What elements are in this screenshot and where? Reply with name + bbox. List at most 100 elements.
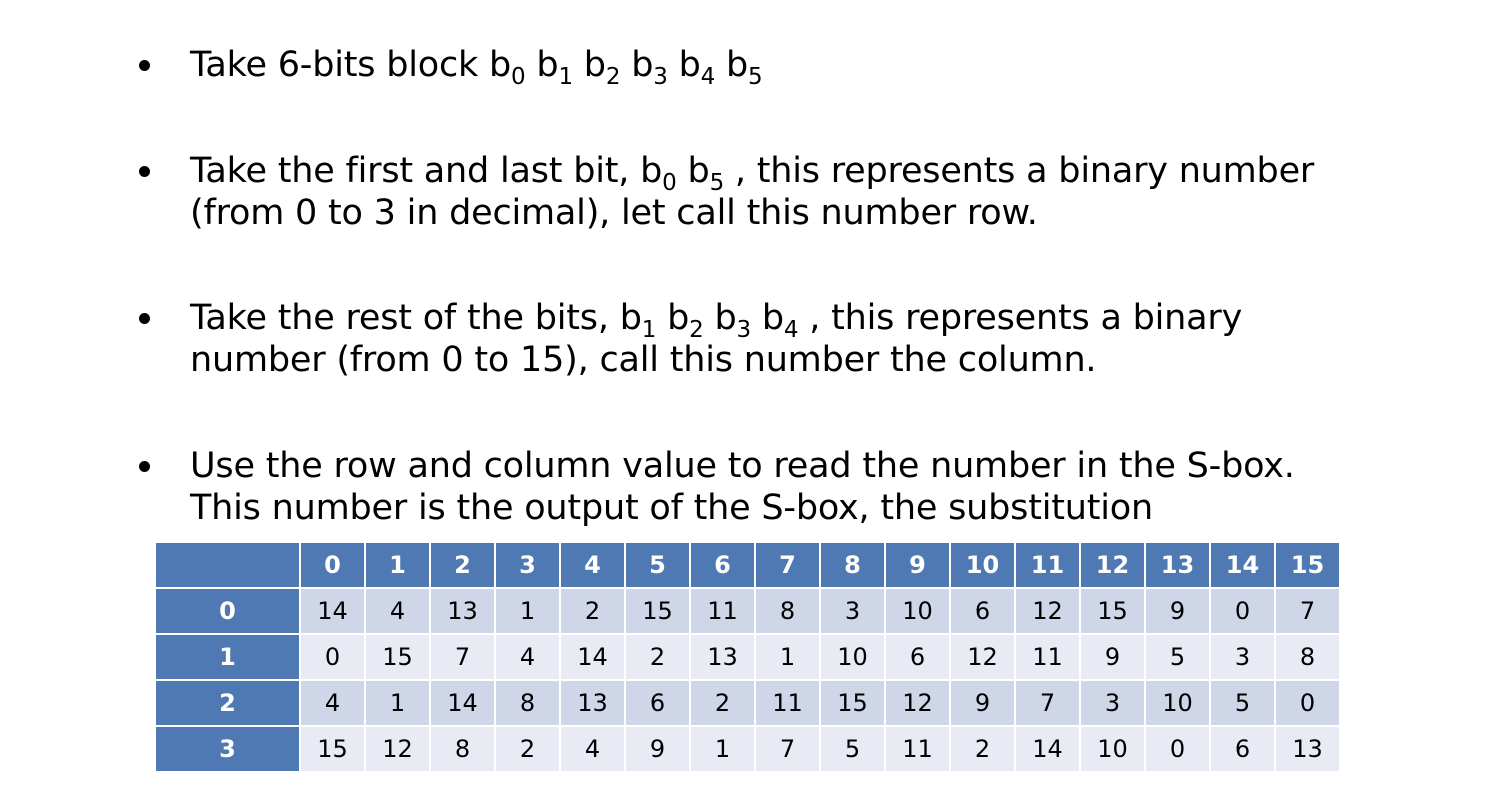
bullet-text: Take 6-bits block b0 b1 b2 b3 b4 b5 xyxy=(190,44,1410,89)
s-box-corner-cell xyxy=(154,541,301,589)
text-run: Take 6-bits block b xyxy=(190,45,512,85)
bullet-line: Take the rest of the bits, b1 b2 b3 b4 ,… xyxy=(190,297,1410,342)
text-run: This number is the output of the S-box, … xyxy=(190,488,1154,528)
s-box-row: 0 14 4 13 1 2 15 11 8 3 10 6 12 15 9 0 7 xyxy=(154,587,1341,635)
s-box-cell: 15 xyxy=(364,633,431,681)
s-box-cell: 8 xyxy=(429,725,496,773)
subscript-index: 1 xyxy=(558,64,573,91)
s-box-cell: 9 xyxy=(624,725,691,773)
s-box-cell: 11 xyxy=(1014,633,1081,681)
s-box-cell: 2 xyxy=(494,725,561,773)
subscript-index: 0 xyxy=(511,64,526,91)
s-box-table: 0 1 2 3 4 5 6 7 8 9 10 11 12 13 14 15 0 … xyxy=(154,541,1341,773)
column-header: 7 xyxy=(754,541,821,589)
s-box-cell: 2 xyxy=(949,725,1016,773)
s-box-cell: 14 xyxy=(559,633,626,681)
s-box-cell: 1 xyxy=(689,725,756,773)
column-header: 0 xyxy=(299,541,366,589)
text-run: b xyxy=(750,298,784,338)
s-box-cell: 15 xyxy=(624,587,691,635)
text-run: number (from 0 to 15), call this number … xyxy=(190,340,1097,380)
subscript-index: 2 xyxy=(605,64,621,91)
text-run: b xyxy=(620,45,654,85)
s-box-cell: 0 xyxy=(1274,679,1341,727)
s-box-cell: 4 xyxy=(364,587,431,635)
s-box-cell: 3 xyxy=(1079,679,1146,727)
row-header: 0 xyxy=(154,587,301,635)
s-box-cell: 10 xyxy=(884,587,951,635)
s-box-cell: 9 xyxy=(1079,633,1146,681)
s-box-cell: 7 xyxy=(754,725,821,773)
s-box-cell: 5 xyxy=(819,725,886,773)
column-header: 12 xyxy=(1079,541,1146,589)
text-run: b xyxy=(715,45,748,85)
column-header: 4 xyxy=(559,541,626,589)
s-box-cell: 4 xyxy=(559,725,626,773)
bullet-line: This number is the output of the S-box, … xyxy=(190,487,1410,529)
bullet-text: Take the rest of the bits, b1 b2 b3 b4 ,… xyxy=(190,297,1410,381)
s-box-cell: 11 xyxy=(884,725,951,773)
s-box-cell: 13 xyxy=(429,587,496,635)
s-box-cell: 11 xyxy=(689,587,756,635)
column-header: 3 xyxy=(494,541,561,589)
s-box-cell: 1 xyxy=(364,679,431,727)
s-box-cell: 8 xyxy=(494,679,561,727)
s-box-cell: 12 xyxy=(1014,587,1081,635)
s-box-cell: 13 xyxy=(559,679,626,727)
s-box-cell: 11 xyxy=(754,679,821,727)
s-box-cell: 6 xyxy=(949,587,1016,635)
text-run: b xyxy=(667,45,701,85)
s-box-cell: 0 xyxy=(1144,725,1211,773)
s-box-cell: 14 xyxy=(1014,725,1081,773)
column-header: 9 xyxy=(884,541,951,589)
bullet-line: Take 6-bits block b0 b1 b2 b3 b4 b5 xyxy=(190,44,1410,89)
text-run: Use the row and column value to read the… xyxy=(190,446,1295,486)
column-header: 15 xyxy=(1274,541,1341,589)
s-box-cell: 10 xyxy=(1079,725,1146,773)
s-box-cell: 0 xyxy=(299,633,366,681)
s-box-row: 2 4 1 14 8 13 6 2 11 15 12 9 7 3 10 5 0 xyxy=(154,679,1341,727)
s-box-cell: 12 xyxy=(884,679,951,727)
text-run: b xyxy=(656,298,690,338)
s-box-cell: 5 xyxy=(1209,679,1276,727)
column-header: 6 xyxy=(689,541,756,589)
s-box-cell: 14 xyxy=(429,679,496,727)
bullet-text: Use the row and column value to read the… xyxy=(190,445,1410,529)
s-box-cell: 1 xyxy=(494,587,561,635)
subscript-index: 3 xyxy=(653,64,668,91)
bullet-line: Take the first and last bit, b0 b5 , thi… xyxy=(190,150,1410,195)
s-box-cell: 2 xyxy=(624,633,691,681)
column-header: 13 xyxy=(1144,541,1211,589)
column-header: 8 xyxy=(819,541,886,589)
s-box-cell: 4 xyxy=(299,679,366,727)
text-run: b xyxy=(703,298,737,338)
bullet-line: Use the row and column value to read the… xyxy=(190,445,1410,487)
s-box-cell: 6 xyxy=(1209,725,1276,773)
row-header: 3 xyxy=(154,725,301,773)
text-run: Take the rest of the bits, b xyxy=(190,298,642,338)
s-box-cell: 10 xyxy=(819,633,886,681)
s-box-cell: 0 xyxy=(1209,587,1276,635)
column-header: 14 xyxy=(1209,541,1276,589)
s-box-cell: 6 xyxy=(624,679,691,727)
bullet-line: (from 0 to 3 in decimal), let call this … xyxy=(190,192,1410,234)
bullet-dot xyxy=(136,311,154,329)
text-run: Take the first and last bit, b xyxy=(190,151,663,191)
text-run: , this represents a binary xyxy=(798,298,1243,338)
bullet-dot xyxy=(136,58,154,76)
bullet-dot xyxy=(136,164,154,182)
s-box-cell: 8 xyxy=(754,587,821,635)
s-box-cell: 13 xyxy=(1274,725,1341,773)
s-box-cell: 15 xyxy=(819,679,886,727)
s-box-cell: 14 xyxy=(299,587,366,635)
s-box-cell: 7 xyxy=(1274,587,1341,635)
bullet-line: number (from 0 to 15), call this number … xyxy=(190,339,1410,381)
s-box-cell: 6 xyxy=(884,633,951,681)
column-header: 10 xyxy=(949,541,1016,589)
s-box-cell: 3 xyxy=(819,587,886,635)
s-box-cell: 4 xyxy=(494,633,561,681)
s-box-header-row: 0 1 2 3 4 5 6 7 8 9 10 11 12 13 14 15 xyxy=(154,541,1341,589)
text-run: b xyxy=(525,45,559,85)
s-box-cell: 9 xyxy=(1144,587,1211,635)
column-header: 11 xyxy=(1014,541,1081,589)
